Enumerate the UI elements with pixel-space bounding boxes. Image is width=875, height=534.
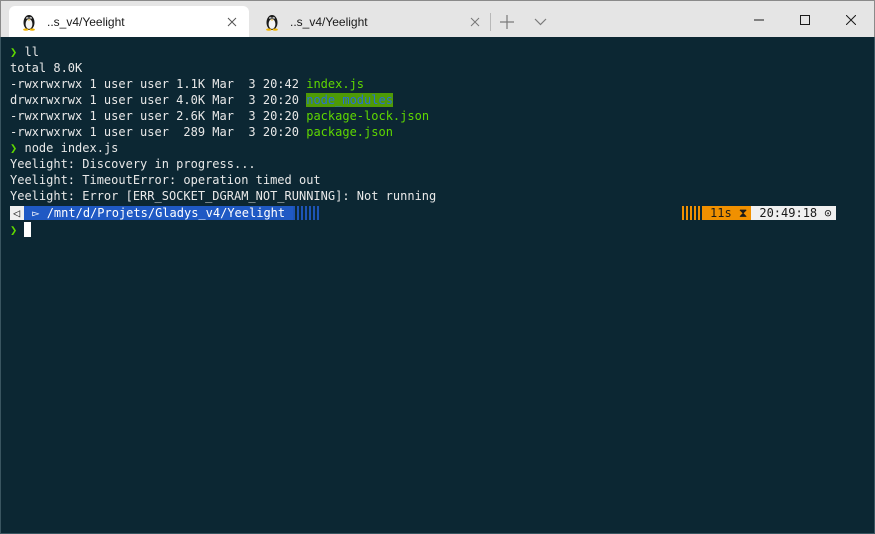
- tab-divider: [490, 13, 491, 31]
- tab-inactive[interactable]: ..s_v4/Yeelight: [252, 6, 492, 38]
- minimize-button[interactable]: [736, 1, 782, 38]
- tux-icon: [23, 15, 35, 31]
- close-tab-button[interactable]: [468, 15, 482, 29]
- file-meta: -rwxrwxrwx 1 user user 1.1K Mar 3 20:42: [10, 77, 307, 91]
- chevron-down-icon: [534, 18, 546, 26]
- output-line: total 8.0K: [10, 61, 83, 75]
- clock-time: 20:49:18: [759, 206, 818, 220]
- prompt-arrow-icon: ❯: [10, 45, 18, 59]
- new-tab-button[interactable]: [493, 9, 521, 35]
- output-line: Yeelight: Error [ERR_SOCKET_DGRAM_NOT_RU…: [10, 189, 437, 203]
- output-line: Yeelight: TimeoutError: operation timed …: [10, 173, 321, 187]
- prompt-right-segment: 11s ⧗ 20:49:18 ⊙: [682, 206, 836, 220]
- file-meta: -rwxrwxrwx 1 user user 289 Mar 3 20:20: [10, 125, 307, 139]
- title-bar: ..s_v4/Yeelight ..s_v4/Yeelight: [0, 0, 875, 38]
- file-name: index.js: [306, 77, 365, 91]
- file-listing-row: -rwxrwxrwx 1 user user 1.1K Mar 3 20:42 …: [10, 76, 364, 92]
- os-icon: ◁: [10, 206, 25, 220]
- hourglass-icon: ⧗: [738, 206, 748, 220]
- file-meta: drwxrwxrwx 1 user user 4.0K Mar 3 20:20: [10, 93, 307, 107]
- file-name: package-lock.json: [306, 109, 430, 123]
- close-window-button[interactable]: [828, 1, 874, 38]
- prompt-path: ▻ /mnt/d/Projets/Gladys_v4/Yeelight: [24, 206, 294, 220]
- command-line: ❯ node index.js: [10, 140, 118, 156]
- file-listing-row: drwxrwxrwx 1 user user 4.0K Mar 3 20:20 …: [10, 92, 393, 108]
- directory-name: node_modules: [306, 93, 393, 107]
- tab-active[interactable]: ..s_v4/Yeelight: [9, 6, 249, 38]
- maximize-icon: [800, 14, 810, 25]
- prompt-arrow-icon: ❯: [10, 223, 18, 237]
- file-meta: -rwxrwxrwx 1 user user 2.6K Mar 3 20:20: [10, 109, 307, 123]
- close-icon: [227, 17, 237, 27]
- command-line: ❯ ll: [10, 44, 39, 60]
- prompt-left-segment: ◁ ▻ /mnt/d/Projets/Gladys_v4/Yeelight: [10, 206, 320, 220]
- file-listing-row: -rwxrwxrwx 1 user user 2.6K Mar 3 20:20 …: [10, 108, 429, 124]
- tab-dropdown-button[interactable]: [526, 9, 554, 35]
- file-name: package.json: [306, 125, 393, 139]
- segment-fade: [293, 206, 320, 220]
- command-duration: 11s ⧗: [702, 206, 752, 220]
- clock-icon: ⊙: [824, 206, 832, 220]
- file-listing-row: -rwxrwxrwx 1 user user 289 Mar 3 20:20 p…: [10, 124, 393, 140]
- tab-label: ..s_v4/Yeelight: [290, 15, 368, 29]
- plus-icon: [500, 15, 514, 29]
- duration-text: 11s: [710, 206, 732, 220]
- prompt-clock: 20:49:18 ⊙: [751, 206, 836, 220]
- command-line: ❯: [10, 222, 17, 238]
- segment-fade: [682, 206, 702, 220]
- tab-label: ..s_v4/Yeelight: [47, 15, 125, 29]
- terminal-pane[interactable]: ❯ ll total 8.0K -rwxrwxrwx 1 user user 1…: [0, 37, 875, 534]
- folder-icon: ▻: [32, 206, 40, 220]
- prompt-arrow-icon: ❯: [10, 141, 18, 155]
- prompt-path-text: /mnt/d/Projets/Gladys_v4/Yeelight: [46, 206, 286, 220]
- minimize-icon: [754, 19, 764, 20]
- command-text: node index.js: [24, 141, 119, 155]
- close-icon: [846, 14, 856, 25]
- text-cursor: [24, 222, 31, 237]
- output-line: Yeelight: Discovery in progress...: [10, 157, 256, 171]
- close-tab-button[interactable]: [225, 15, 239, 29]
- close-icon: [470, 17, 480, 27]
- tux-icon: [266, 15, 278, 31]
- maximize-button[interactable]: [782, 1, 828, 38]
- command-text: ll: [24, 45, 39, 59]
